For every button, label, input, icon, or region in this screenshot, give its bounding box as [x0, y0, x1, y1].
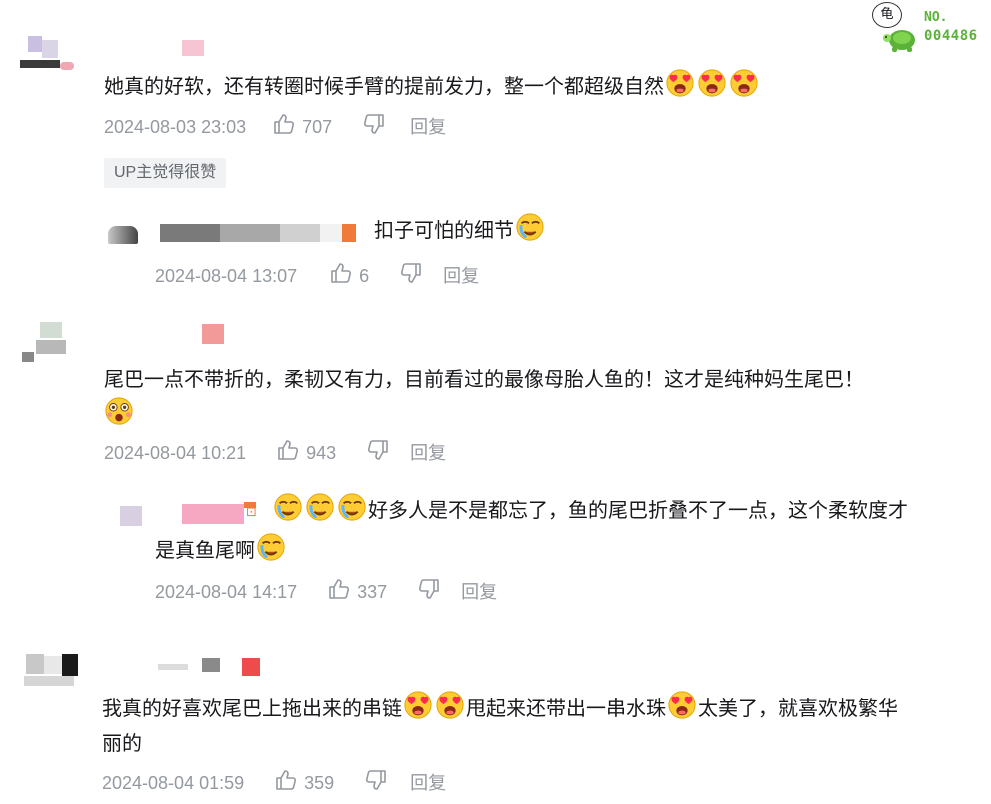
like-count: 337 — [357, 582, 388, 602]
like-count: 707 — [302, 117, 333, 137]
avatar[interactable] — [104, 218, 144, 248]
comment-text: 尾巴一点不带折的，柔韧又有力，目前看过的最像母胎人鱼的！这才是纯种妈生尾巴！ — [104, 369, 864, 391]
reply-meta: 2024-08-04 13:07 6 回复 — [155, 263, 479, 289]
reply-button[interactable]: 回复 — [410, 440, 446, 466]
like-icon[interactable] — [329, 261, 353, 292]
avatar[interactable] — [120, 506, 142, 526]
watermark-label: NO. — [924, 10, 948, 25]
tear-emoji — [337, 492, 367, 522]
reply-text: 好多人是不是都忘了，鱼的尾巴折叠不了一点，这个柔软度才 — [272, 492, 908, 529]
heart-eyes-emoji — [729, 68, 759, 98]
like-icon[interactable] — [274, 768, 298, 799]
username[interactable] — [202, 324, 224, 344]
heart-eyes-emoji — [435, 690, 465, 720]
username[interactable] — [182, 40, 204, 56]
comment-text: 她真的好软，还有转圈时候手臂的提前发力，整一个都超级自然 — [104, 68, 760, 105]
watermark-number: 004486 — [924, 28, 978, 44]
comment-time: 2024-08-04 10:21 — [104, 443, 247, 463]
reply-time: 2024-08-04 13:07 — [155, 266, 298, 286]
dislike-icon[interactable] — [417, 577, 441, 608]
reply-text-line2: 是真鱼尾啊 — [155, 532, 287, 569]
comment-meta: 2024-08-03 23:03 707 回复 — [104, 114, 446, 140]
dislike-icon[interactable] — [399, 261, 423, 292]
avatar[interactable] — [18, 638, 82, 696]
reply-meta: 2024-08-04 14:17 337 回复 — [155, 579, 497, 605]
like-count: 359 — [304, 773, 335, 793]
dislike-icon[interactable] — [366, 438, 390, 469]
avatar[interactable] — [22, 310, 80, 364]
tear-emoji — [256, 532, 286, 562]
reply-button[interactable]: 回复 — [443, 263, 479, 289]
like-icon[interactable] — [327, 577, 351, 608]
like-count: 6 — [359, 266, 370, 286]
dislike-icon[interactable] — [362, 112, 386, 143]
like-count: 943 — [306, 443, 337, 463]
username[interactable]: ⊡ — [182, 500, 262, 526]
comment-text: 我真的好喜欢尾巴上拖出来的串链 甩起来还带出一串水珠 太美了，就喜欢极繁华 — [102, 690, 898, 727]
turtle-icon — [883, 30, 915, 52]
heart-eyes-emoji — [665, 68, 695, 98]
username[interactable] — [140, 654, 264, 678]
reply-button[interactable]: 回复 — [410, 770, 446, 796]
reply-button[interactable]: 回复 — [461, 579, 497, 605]
heart-eyes-emoji — [403, 690, 433, 720]
avatar[interactable] — [20, 22, 78, 74]
astonished-emoji — [104, 396, 134, 431]
reply-time: 2024-08-04 14:17 — [155, 582, 298, 602]
comment-meta: 2024-08-04 01:59 359 回复 — [102, 770, 446, 796]
tear-emoji — [305, 492, 335, 522]
watermark: 龟 NO. 004486 — [868, 2, 991, 58]
username[interactable] — [160, 222, 358, 242]
heart-eyes-emoji — [667, 690, 697, 720]
comment-text-line2: 丽的 — [102, 733, 142, 755]
comment-time: 2024-08-03 23:03 — [104, 117, 247, 137]
reply-text: 扣子可怕的细节 — [374, 212, 546, 249]
dislike-icon[interactable] — [364, 768, 388, 799]
like-icon[interactable] — [272, 112, 296, 143]
comment-meta: 2024-08-04 10:21 943 回复 — [104, 440, 446, 466]
tear-emoji — [515, 212, 545, 242]
heart-eyes-emoji — [697, 68, 727, 98]
comment-time: 2024-08-04 01:59 — [102, 773, 245, 793]
bubble-char: 龟 — [880, 6, 894, 21]
up-liked-tag: UP主觉得很赞 — [104, 158, 227, 188]
tear-emoji — [273, 492, 303, 522]
like-icon[interactable] — [276, 438, 300, 469]
reply-button[interactable]: 回复 — [410, 114, 446, 140]
